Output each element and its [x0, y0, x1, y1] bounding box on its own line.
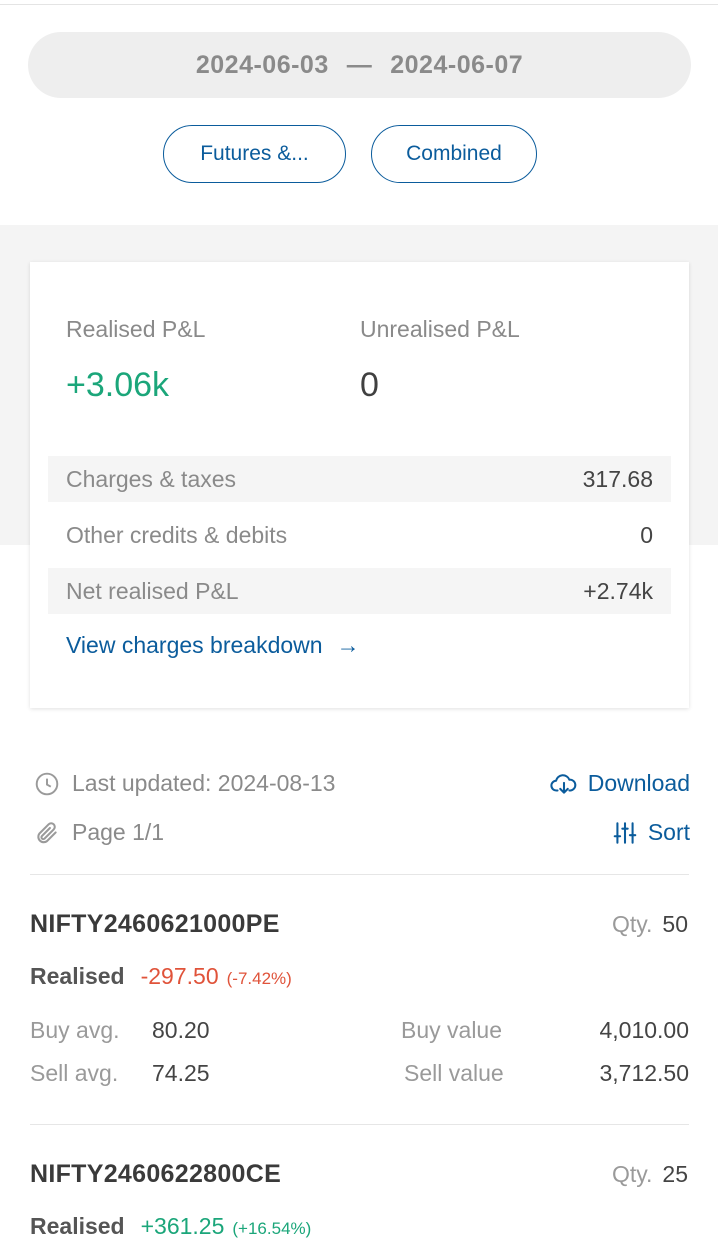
realised-value: -297.50	[140, 963, 219, 989]
net-realised-row: Net realised P&L +2.74k	[48, 568, 671, 614]
download-button[interactable]: Download	[550, 770, 690, 797]
position-realised: Realised -297.50 (-7.42%)	[30, 963, 292, 990]
sell-avg: Sell avg.	[30, 1060, 118, 1087]
other-credits-row: Other credits & debits 0	[48, 512, 671, 558]
view-charges-breakdown-link[interactable]: View charges breakdown →	[66, 632, 360, 659]
instrument-symbol: NIFTY2460622800CE	[30, 1160, 282, 1188]
list-divider	[30, 874, 689, 875]
sell-value: Sell value	[404, 1060, 504, 1087]
sort-button[interactable]: Sort	[612, 819, 690, 846]
qty-label: Qty.	[611, 1161, 653, 1187]
sell-avg-value: 74.25	[152, 1060, 210, 1086]
other-credits-label: Other credits & debits	[66, 521, 288, 548]
position-qty: Qty. 25	[612, 1161, 688, 1188]
sell-value-label: Sell value	[404, 1060, 504, 1086]
list-divider	[30, 1124, 689, 1125]
page-text: Page 1/1	[72, 819, 165, 845]
qty-value: 25	[662, 1161, 688, 1187]
paperclip-icon	[34, 820, 60, 846]
realised-pnl-label: Realised P&L	[66, 316, 206, 342]
sell-value-amount: 3,712.50	[599, 1060, 689, 1086]
realised-label: Realised	[30, 963, 125, 989]
last-updated-row: Last updated: 2024-08-13 Download	[34, 770, 690, 797]
qty-label: Qty.	[611, 911, 653, 937]
charges-row: Charges & taxes 317.68	[48, 456, 671, 502]
realised-percent: (-7.42%)	[226, 969, 292, 988]
page-indicator: Page 1/1	[34, 819, 164, 846]
realised-percent: (+16.54%)	[232, 1219, 312, 1238]
position-qty: Qty. 50	[612, 911, 688, 938]
qty-value: 50	[662, 911, 688, 937]
top-divider	[0, 4, 718, 5]
buy-avg-label: Buy avg.	[30, 1017, 120, 1043]
unrealised-pnl-value: 0	[360, 366, 379, 404]
buy-avg-value: 80.20	[152, 1017, 210, 1043]
download-cloud-icon	[550, 771, 578, 797]
buy-avg-value-wrap: 80.20	[152, 1017, 210, 1044]
view-filter-button[interactable]: Combined	[371, 125, 537, 183]
unrealised-pnl-label: Unrealised P&L	[360, 316, 520, 342]
realised-label: Realised	[30, 1213, 125, 1239]
buy-value-amount: 4,010.00	[599, 1017, 689, 1043]
realised-pnl-value: +3.06k	[66, 366, 170, 404]
buy-avg: Buy avg.	[30, 1017, 120, 1044]
buy-value-label: Buy value	[401, 1017, 503, 1043]
breakdown-label: View charges breakdown	[66, 632, 323, 658]
page-row: Page 1/1 Sort	[34, 819, 690, 846]
sell-avg-label: Sell avg.	[30, 1060, 119, 1086]
download-label: Download	[587, 770, 690, 796]
charges-label: Charges & taxes	[66, 465, 237, 492]
sort-label: Sort	[647, 819, 690, 845]
last-updated-text: Last updated: 2024-08-13	[72, 770, 336, 796]
net-realised-label: Net realised P&L	[66, 577, 239, 604]
date-separator: —	[346, 50, 373, 79]
other-credits-value: 0	[640, 521, 653, 548]
clock-icon	[34, 771, 60, 797]
net-realised-value: +2.74k	[583, 577, 653, 604]
pnl-summary-card: Realised P&L +3.06k Unrealised P&L 0 Cha…	[30, 262, 689, 708]
sell-avg-value-wrap: 74.25	[152, 1060, 210, 1087]
segment-filter-button[interactable]: Futures &...	[163, 125, 346, 183]
charges-value: 317.68	[582, 465, 653, 492]
instrument-symbol: NIFTY2460621000PE	[30, 910, 280, 938]
date-range-picker[interactable]: 2024-06-03 — 2024-06-07	[28, 32, 691, 98]
arrow-right-icon: →	[336, 632, 360, 658]
position-realised: Realised +361.25 (+16.54%)	[30, 1213, 311, 1240]
date-from: 2024-06-03	[195, 50, 329, 79]
sell-value-amount-wrap: 3,712.50	[599, 1060, 689, 1087]
realised-value: +361.25	[140, 1213, 225, 1239]
last-updated: Last updated: 2024-08-13	[34, 770, 335, 797]
sort-sliders-icon	[612, 820, 638, 846]
date-to: 2024-06-07	[390, 50, 524, 79]
buy-value-amount-wrap: 4,010.00	[599, 1017, 689, 1044]
buy-value: Buy value	[401, 1017, 502, 1044]
